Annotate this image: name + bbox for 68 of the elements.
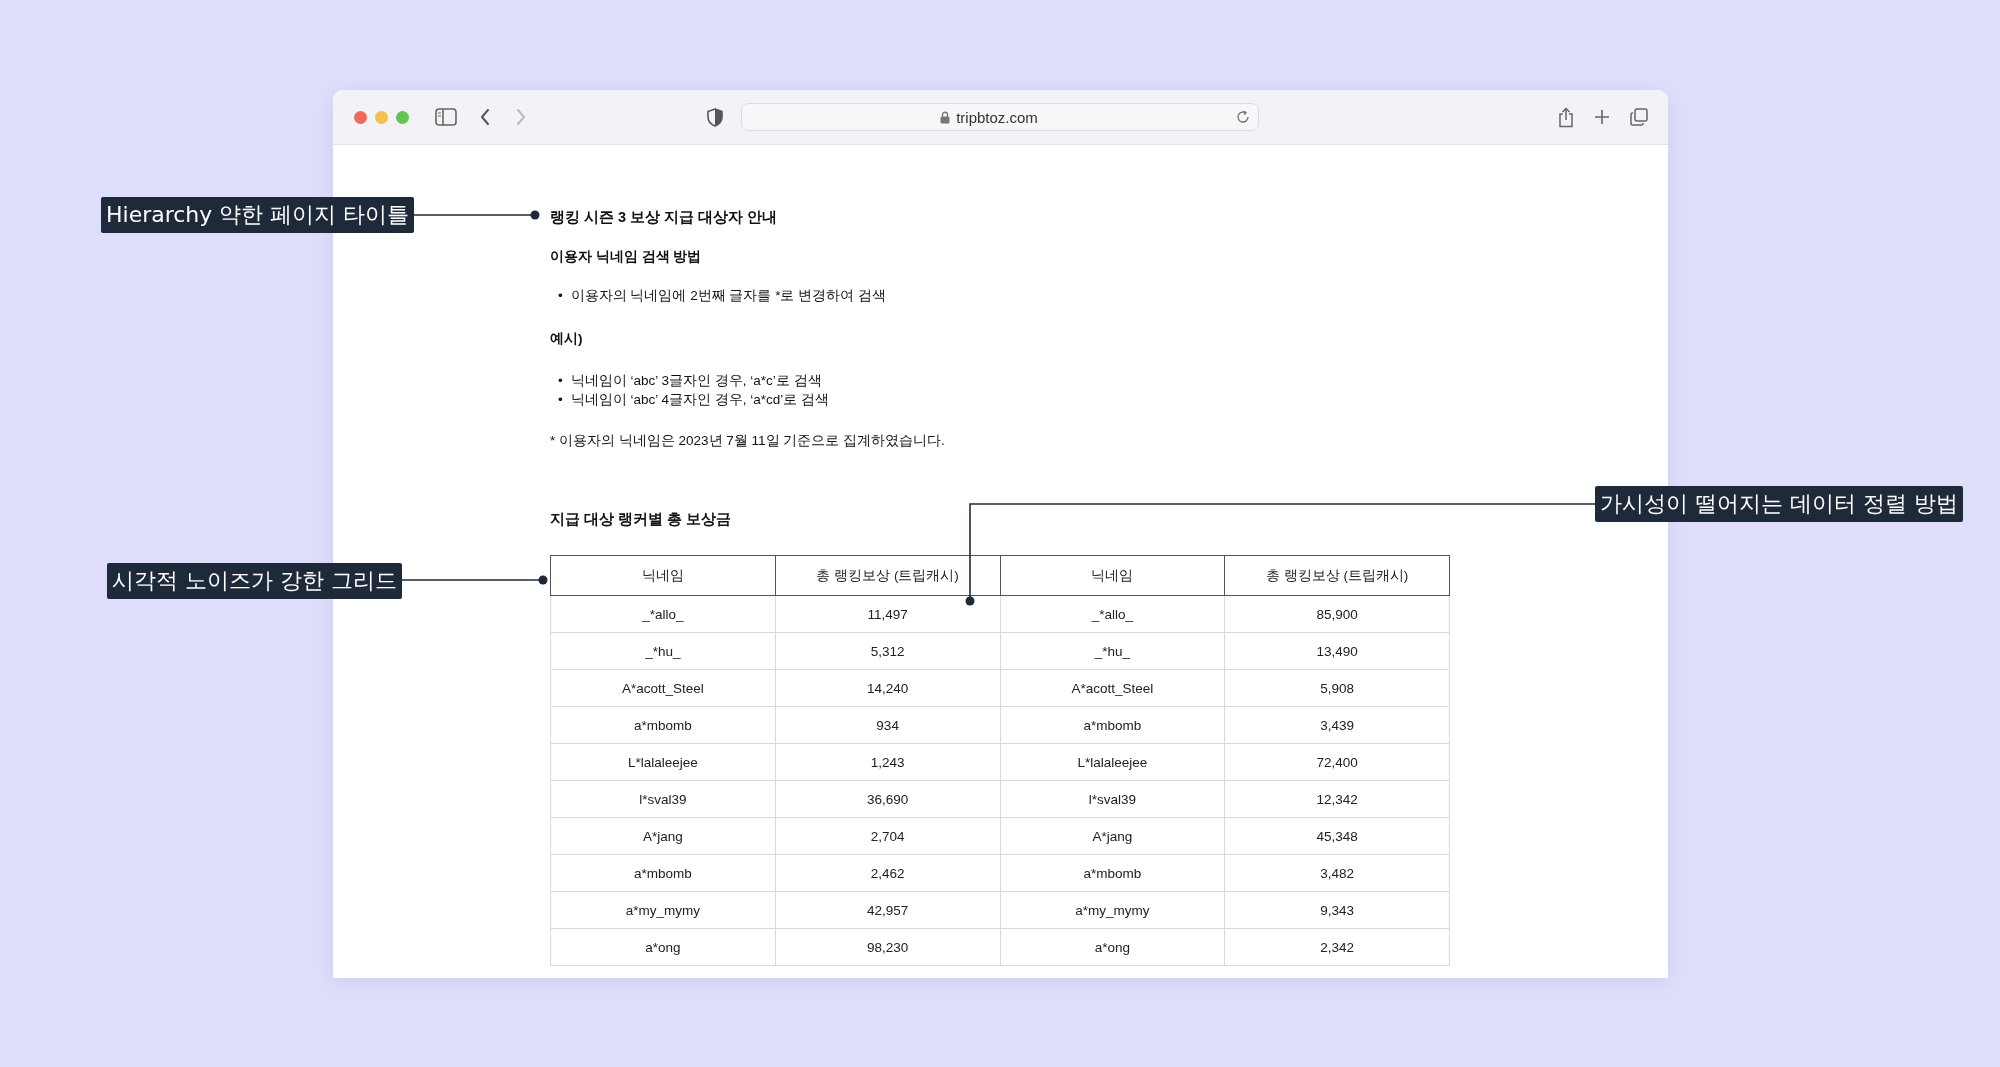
table-cell: L*lalaleejee — [1000, 743, 1225, 781]
bullet-item: 닉네임이 ‘abc’ 4글자인 경우, ‘a*cd’로 검색 — [570, 391, 830, 409]
table-cell: _*hu_ — [550, 632, 776, 670]
table-cell: A*acott_Steel — [550, 669, 776, 707]
table-cell: a*mbomb — [1000, 854, 1225, 892]
table-cell: 2,704 — [775, 817, 1000, 855]
table-cell: 2,462 — [775, 854, 1000, 892]
table-cell: a*mbomb — [550, 706, 776, 744]
table-cell: 9,343 — [1224, 891, 1450, 929]
table-cell: 36,690 — [775, 780, 1000, 818]
table-cell: 72,400 — [1224, 743, 1450, 781]
table-cell: _*hu_ — [1000, 632, 1225, 670]
note-text: * 이용자의 닉네임은 2023년 7월 11일 기준으로 집계하였습니다. — [550, 432, 946, 450]
share-icon[interactable] — [1558, 106, 1574, 128]
table-cell: a*my_mymy — [550, 891, 776, 929]
annotation-label: 시각적 노이즈가 강한 그리드 — [107, 563, 402, 599]
annotation-label: 가시성이 떨어지는 데이터 정렬 방법 — [1595, 486, 1963, 522]
column-header: 닉네임 — [550, 555, 776, 596]
address-bar[interactable]: tripbtoz.com — [741, 103, 1259, 131]
bullet-marker: • — [558, 372, 563, 390]
table-cell: 3,482 — [1224, 854, 1450, 892]
table-cell: 98,230 — [775, 928, 1000, 966]
example-label: 예시) — [550, 330, 584, 348]
section-heading: 이용자 닉네임 검색 방법 — [550, 248, 703, 266]
reload-icon[interactable] — [1236, 110, 1250, 124]
close-window-button[interactable] — [354, 110, 367, 124]
table-cell: 42,957 — [775, 891, 1000, 929]
table-cell: a*ong — [550, 928, 776, 966]
table-cell: a*ong — [1000, 928, 1225, 966]
page-title: 랭킹 시즌 3 보상 지급 대상자 안내 — [550, 208, 779, 227]
column-header: 총 랭킹보상 (트립캐시) — [775, 555, 1000, 596]
table-cell: 5,908 — [1224, 669, 1450, 707]
column-header: 닉네임 — [1000, 555, 1225, 596]
table-cell: 85,900 — [1224, 595, 1450, 633]
table-cell: 5,312 — [775, 632, 1000, 670]
table-cell: 2,342 — [1224, 928, 1450, 966]
table-cell: 1,243 — [775, 743, 1000, 781]
shield-icon[interactable] — [707, 107, 723, 127]
table-cell: l*sval39 — [550, 780, 776, 818]
back-icon[interactable] — [479, 108, 491, 126]
bullet-item: 이용자의 닉네임에 2번째 글자를 *로 변경하여 검색 — [570, 287, 886, 305]
bullet-marker: • — [558, 391, 563, 409]
table-cell: 45,348 — [1224, 817, 1450, 855]
table-cell: _*allo_ — [1000, 595, 1225, 633]
sidebar-icon[interactable] — [435, 108, 457, 126]
table-cell: 3,439 — [1224, 706, 1450, 744]
bullet-item: 닉네임이 ‘abc’ 3글자인 경우, ‘a*c’로 검색 — [570, 372, 822, 390]
table-cell: _*allo_ — [550, 595, 776, 633]
column-header: 총 랭킹보상 (트립캐시) — [1224, 555, 1450, 596]
table-cell: a*mbomb — [1000, 706, 1225, 744]
table-cell: 13,490 — [1224, 632, 1450, 670]
table-cell: 12,342 — [1224, 780, 1450, 818]
new-tab-icon[interactable] — [1594, 109, 1610, 125]
table-cell: a*my_mymy — [1000, 891, 1225, 929]
table-cell: a*mbomb — [550, 854, 776, 892]
url-text: tripbtoz.com — [956, 108, 1038, 126]
lock-icon — [940, 110, 951, 124]
annotation-label: Hierarchy 약한 페이지 타이틀 — [101, 197, 415, 233]
table-cell: A*jang — [550, 817, 776, 855]
table-title: 지급 대상 랭커별 총 보상금 — [550, 510, 733, 529]
table-cell: 14,240 — [775, 669, 1000, 707]
table-cell: l*sval39 — [1000, 780, 1225, 818]
bullet-marker: • — [558, 287, 563, 305]
table-cell: A*jang — [1000, 817, 1225, 855]
table-cell: L*lalaleejee — [550, 743, 776, 781]
table-cell: 934 — [775, 706, 1000, 744]
tabs-overview-icon[interactable] — [1630, 108, 1648, 126]
table-cell: A*acott_Steel — [1000, 669, 1225, 707]
